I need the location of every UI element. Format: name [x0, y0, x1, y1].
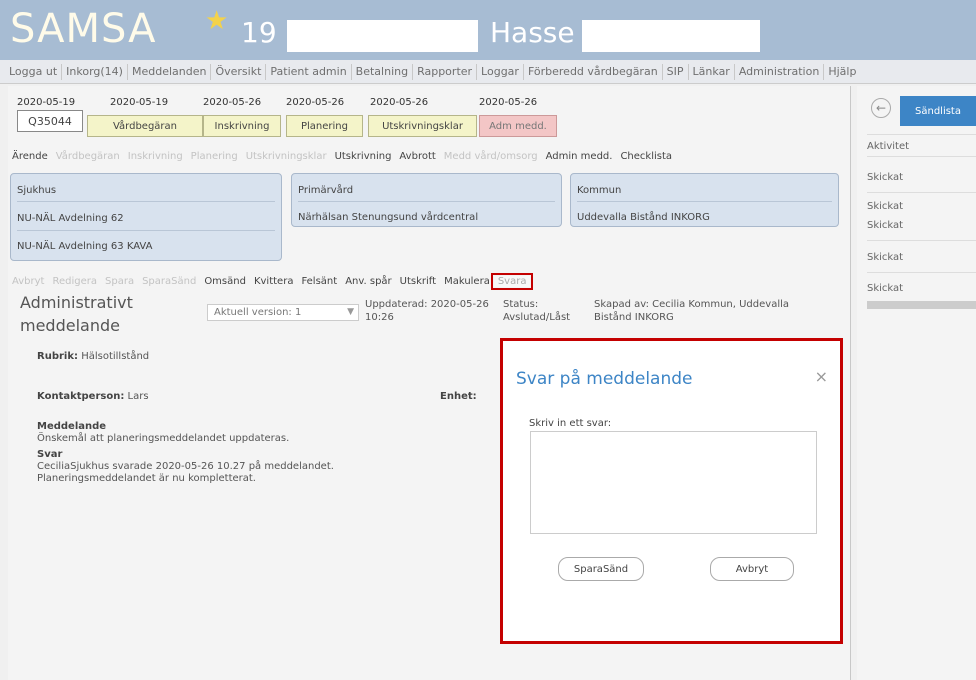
action-button[interactable]: Spara [101, 276, 138, 287]
menu-item[interactable]: Förberedd vårdbegäran [524, 65, 662, 78]
rubrik-row: Rubrik: Hälsotillstånd [37, 351, 150, 362]
menu-item[interactable]: Patient admin [266, 65, 350, 78]
updated-text: Uppdaterad: 2020-05-26 10:26 [365, 299, 489, 323]
horizontal-scrollbar[interactable] [867, 301, 976, 309]
step-date: 2020-05-26 [479, 97, 538, 108]
tab-item[interactable]: Checklista [616, 151, 676, 169]
action-button[interactable]: Felsänt [297, 276, 341, 287]
tab-item[interactable]: Avbrott [395, 151, 439, 169]
user-info-field [582, 20, 760, 52]
app-header: SAMSA ★ 19 Hasse [0, 0, 976, 60]
menu-item[interactable]: Rapporter [413, 65, 476, 78]
menu-item[interactable]: Inkorg(14) [62, 65, 127, 78]
tab-item[interactable]: Utskrivning [331, 151, 396, 169]
sparasand-button[interactable]: SparaSänd [558, 557, 644, 581]
status-label: Status: [503, 299, 539, 310]
list-item: Skickat [867, 220, 904, 231]
step-date: 2020-05-26 [370, 97, 429, 108]
step-date: 2020-05-26 [286, 97, 345, 108]
star-icon[interactable]: ★ [205, 6, 228, 36]
reply-label: Skriv in ett svar: [529, 418, 612, 429]
tab-item[interactable]: Ärende [8, 151, 52, 169]
svara-button[interactable]: Svara [490, 272, 534, 290]
case-id-button[interactable]: Q35044 [17, 110, 83, 132]
dialog-title: Svar på meddelande [516, 369, 693, 389]
tab-item[interactable]: Medd vård/omsorg [440, 151, 542, 169]
menu-item[interactable]: SIP [663, 65, 688, 78]
step-date: 2020-05-19 [110, 97, 169, 108]
menu-item[interactable]: Administration [735, 65, 824, 78]
chevron-down-icon: ▼ [347, 307, 354, 317]
action-button[interactable]: Omsänd [200, 276, 250, 287]
reply-textarea[interactable] [530, 431, 817, 534]
back-arrow-icon[interactable]: ← [871, 98, 891, 118]
step-planering[interactable]: Planering [286, 115, 363, 137]
tab-item[interactable]: Planering [187, 151, 242, 169]
menu-item[interactable]: Meddelanden [128, 65, 210, 78]
close-icon[interactable]: × [815, 367, 828, 386]
version-value: Aktuell version: 1 [214, 307, 302, 318]
tab-item[interactable]: Inskrivning [124, 151, 187, 169]
action-button[interactable]: Utskrift [396, 276, 440, 287]
col-aktivitet: Aktivitet [867, 141, 910, 152]
list-item: Skickat [867, 283, 904, 294]
tab-item[interactable]: Utskrivningsklar [242, 151, 331, 169]
menu-item[interactable]: Betalning [352, 65, 412, 78]
version-select[interactable]: Aktuell version: 1 ▼ [207, 304, 359, 321]
card-sjukhus: Sjukhus NU-NÄL Avdelning 62 NU-NÄL Avdel… [10, 173, 282, 261]
case-date: 2020-05-19 [17, 97, 76, 108]
card-kommun: Kommun Uddevalla Bistånd INKORG [570, 173, 839, 227]
meddelande-section: Meddelande Önskemål att planeringsmeddel… [37, 421, 334, 484]
action-button[interactable]: Redigera [48, 276, 101, 287]
step-adm-medd[interactable]: Adm medd. [479, 115, 557, 137]
main-menu: Logga ut Inkorg(14) Meddelanden Översikt Pat… [0, 60, 976, 84]
action-button[interactable]: Anv. spår [341, 276, 395, 287]
action-button[interactable]: Kvittera [250, 276, 298, 287]
menu-item[interactable]: Länkar [689, 65, 734, 78]
list-item: Skickat [867, 252, 904, 263]
card-head: Kommun [577, 185, 622, 196]
enhet-label: Enhet: [440, 391, 477, 402]
kontakt-row: Kontaktperson: Lars [37, 391, 149, 402]
step-date: 2020-05-26 [203, 97, 262, 108]
action-button[interactable]: Avbryt [8, 276, 48, 287]
menu-item[interactable]: Översikt [211, 65, 265, 78]
favorites-count: 19 [241, 16, 277, 49]
action-button[interactable]: Makulera [440, 276, 494, 287]
case-tabs: Ärende Vårdbegäran Inskrivning Planering Uts… [8, 151, 676, 169]
menu-item[interactable]: Logga ut [5, 65, 61, 78]
card-line: NU-NÄL Avdelning 62 [17, 213, 124, 224]
list-item: Skickat [867, 172, 904, 183]
list-item: Skickat [867, 201, 904, 212]
tab-item[interactable]: Vårdbegäran [52, 151, 124, 169]
reply-dialog: Svar på meddelande × Skriv in ett svar: … [500, 338, 843, 644]
user-name: Hasse [490, 16, 575, 49]
card-head: Sjukhus [17, 185, 57, 196]
status-value: Avslutad/Låst [503, 312, 571, 323]
card-line: Uddevalla Bistånd INKORG [577, 212, 710, 223]
tab-sandlista[interactable]: Sändlista [900, 96, 976, 126]
step-inskrivning[interactable]: Inskrivning [203, 115, 281, 137]
app-logo: SAMSA [10, 6, 157, 52]
menu-item[interactable]: Hjälp [824, 65, 860, 78]
action-button[interactable]: SparaSänd [138, 276, 200, 287]
step-vardbegaran[interactable]: Vårdbegäran [87, 115, 203, 137]
card-line: Närhälsan Stenungsund vårdcentral [298, 212, 479, 223]
card-primarvard: Primärvård Närhälsan Stenungsund vårdcen… [291, 173, 562, 227]
step-utskrivningsklar[interactable]: Utskrivningsklar [368, 115, 477, 137]
patient-name-field [287, 20, 478, 52]
card-line: NU-NÄL Avdelning 63 KAVA [17, 241, 153, 252]
right-panel: ← Sändlista Aktivitet Skickat Skickat Sk… [857, 86, 976, 680]
cancel-button[interactable]: Avbryt [710, 557, 794, 581]
created-by: Skapad av: Cecilia Kommun, Uddevalla Bis… [594, 299, 790, 323]
action-bar: Avbryt Redigera Spara SparaSänd Omsänd Kvitte… [8, 272, 534, 290]
menu-item[interactable]: Loggar [477, 65, 523, 78]
tab-item[interactable]: Admin medd. [542, 151, 617, 169]
page-title: Administrativt meddelande [20, 293, 133, 335]
card-head: Primärvård [298, 185, 354, 196]
